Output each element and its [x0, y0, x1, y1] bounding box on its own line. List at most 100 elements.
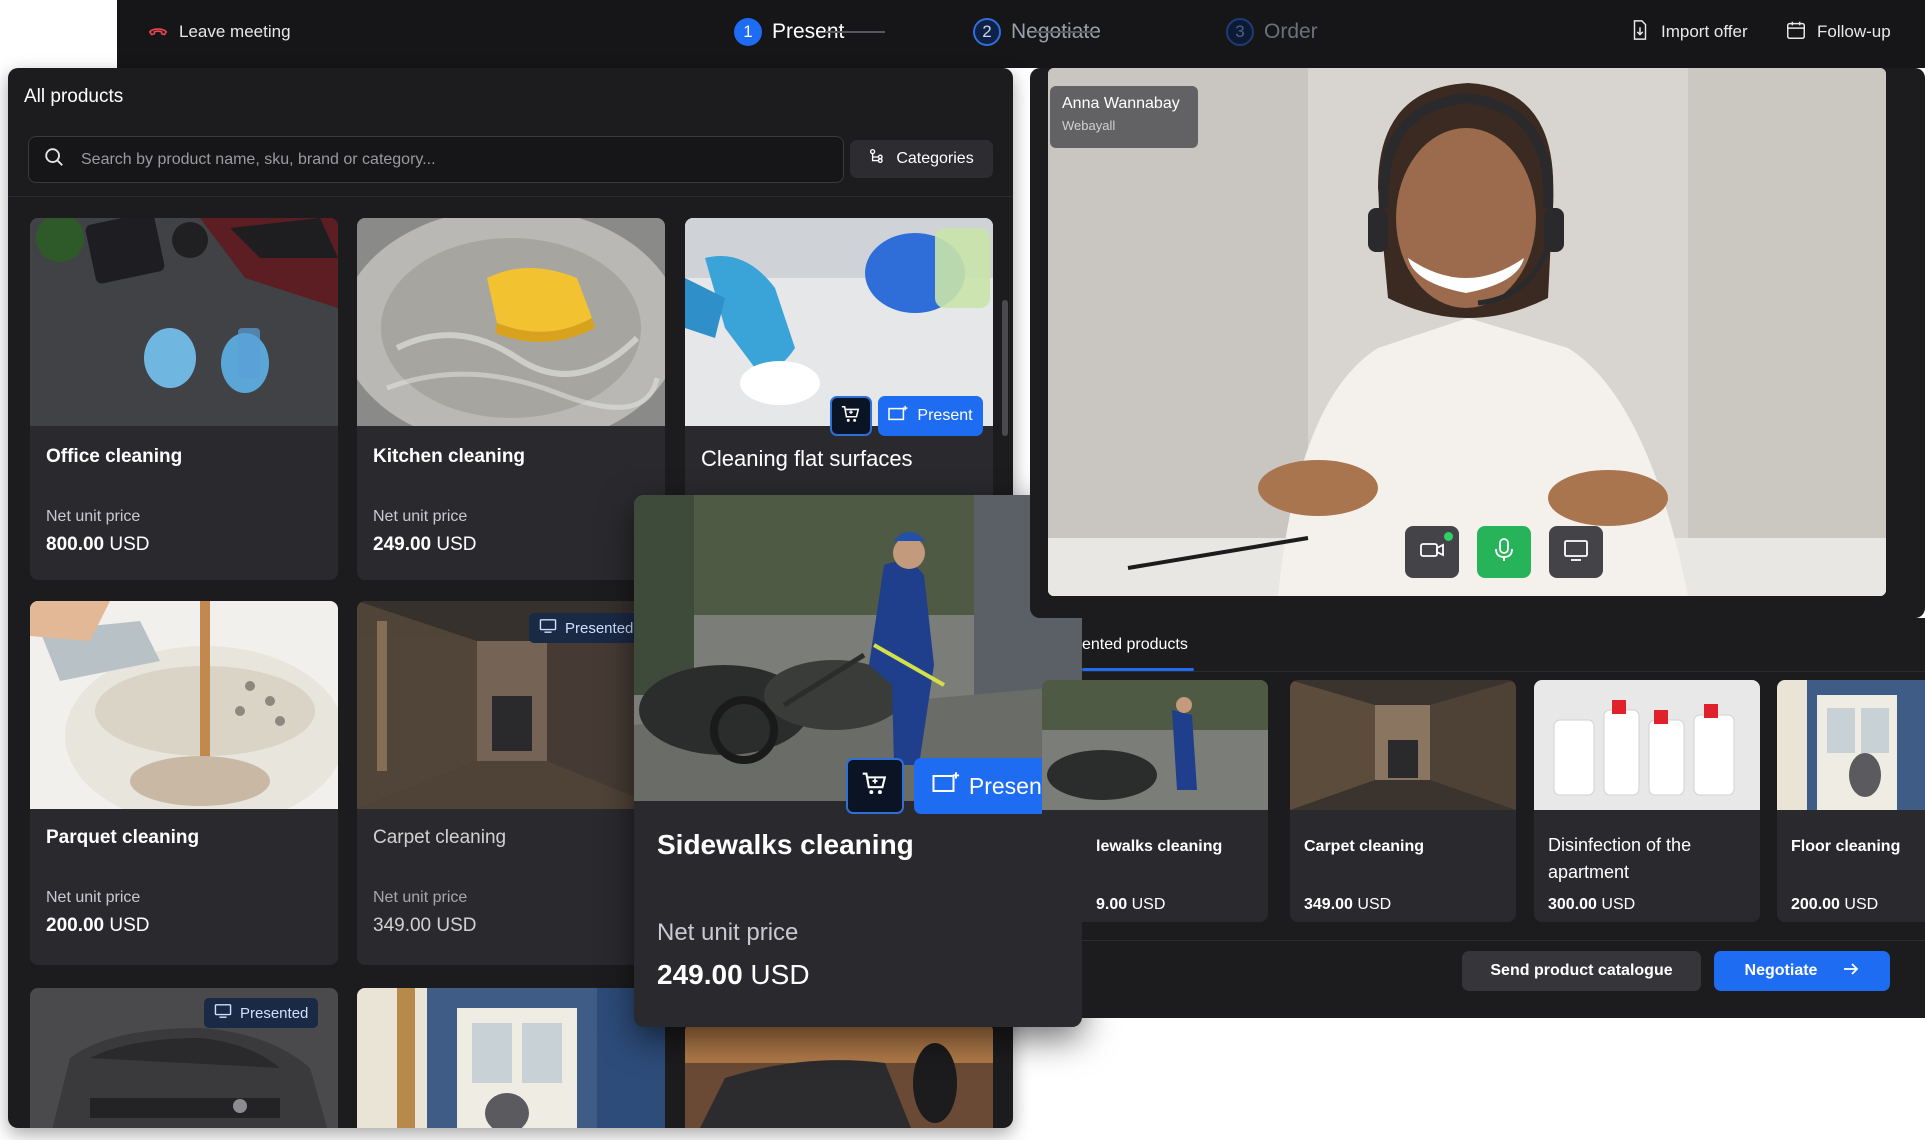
price-currency: USD [436, 915, 477, 936]
price-value: 349.00 [1304, 896, 1353, 913]
hallway-cleaning-image [357, 988, 665, 1128]
negotiate-label: Negotiate [1744, 962, 1818, 979]
price-label: Net unit price [46, 889, 141, 906]
present-label: Present [968, 772, 1049, 799]
price-currency: USD [436, 534, 477, 555]
screen-icon [539, 618, 557, 638]
presented-item-name: Floor cleaning [1791, 838, 1901, 855]
price-currency: USD [1844, 896, 1879, 913]
microphone-toggle-button[interactable] [1477, 526, 1531, 578]
product-card-cleaning-flat-surfaces[interactable]: Present Cleaning flat surfaces [685, 218, 993, 508]
send-catalogue-label: Send product catalogue [1490, 962, 1673, 979]
add-to-cart-button[interactable] [830, 396, 872, 436]
step-order[interactable]: 3 Order [1226, 0, 1318, 64]
present-screen-icon [932, 771, 960, 802]
presented-label: Presented [240, 1004, 309, 1022]
camera-active-indicator [1444, 532, 1453, 541]
presented-label: Presented [565, 619, 634, 637]
product-name: Parquet cleaning [46, 827, 200, 848]
add-to-cart-button[interactable] [846, 758, 904, 814]
product-card-carpet-cleaning[interactable]: Presented Carpet cleaning Net unit price… [357, 601, 665, 965]
price-currency: USD [1357, 896, 1392, 913]
hang-up-icon [147, 19, 169, 46]
step-connector [1035, 31, 1095, 33]
presented-item-price: 349.00 USD [1304, 896, 1391, 914]
presented-item[interactable]: lewalks cleaning 9.00 USD [1042, 680, 1268, 922]
cart-icon [860, 770, 890, 802]
price-currency: USD [109, 534, 150, 555]
presented-item[interactable]: Carpet cleaning 349.00 USD [1290, 680, 1516, 922]
floor-cleaning-thumbnail [1777, 680, 1925, 810]
product-name: Office cleaning [46, 446, 183, 467]
product-search[interactable] [28, 136, 844, 183]
product-price: 249.00 USD [373, 534, 477, 556]
categories-button[interactable]: Categories [850, 140, 993, 178]
parquet-cleaning-image [30, 601, 338, 809]
send-product-catalogue-button[interactable]: Send product catalogue [1462, 951, 1701, 991]
participant-name-tag: Anna Wannabay Webayall [1050, 86, 1198, 148]
product-card-office-cleaning[interactable]: Office cleaning Net unit price 800.00 US… [30, 218, 338, 580]
product-name: Kitchen cleaning [373, 446, 526, 467]
price-value: 200.00 [1791, 896, 1840, 913]
price-value: 249.00 [373, 534, 432, 555]
step-number: 1 [734, 18, 762, 46]
video-camera-icon [1418, 536, 1446, 569]
tab-presented-products[interactable]: ented products [1082, 636, 1188, 654]
leave-meeting-label: Leave meeting [179, 22, 291, 41]
product-card-kitchen-cleaning[interactable]: Kitchen cleaning Net unit price 249.00 U… [357, 218, 665, 580]
price-value: 349.00 [373, 915, 432, 936]
present-button[interactable]: Present [878, 396, 983, 436]
monitor-icon [1562, 536, 1590, 569]
microphone-icon [1490, 536, 1518, 569]
product-card-hallway-cleaning[interactable] [357, 988, 665, 1128]
floating-product-card-sidewalks-cleaning[interactable]: Present Sidewalks cleaning Net unit pric… [634, 495, 1082, 1027]
calendar-icon [1785, 19, 1807, 46]
product-price: 249.00 USD [657, 959, 810, 991]
categories-label: Categories [896, 150, 974, 167]
categories-icon [869, 148, 887, 171]
sidewalks-cleaning-image [634, 495, 1082, 801]
follow-up-button[interactable]: Follow-up [1785, 0, 1891, 64]
office-cleaning-image [30, 218, 338, 426]
price-label: Net unit price [46, 508, 141, 525]
presented-item-name: Disinfection of the apartment [1548, 835, 1692, 882]
divider [8, 196, 1013, 197]
step-label: Order [1264, 20, 1318, 43]
divider [1082, 940, 1925, 941]
product-card-parquet-cleaning[interactable]: Parquet cleaning Net unit price 200.00 U… [30, 601, 338, 965]
present-label: Present [917, 407, 973, 424]
import-offer-button[interactable]: Import offer [1629, 0, 1748, 64]
presented-badge: Presented [529, 613, 644, 643]
disinfection-thumbnail [1534, 680, 1760, 810]
product-name: Cleaning flat surfaces [701, 446, 913, 471]
price-value: 249.00 [657, 959, 743, 990]
presented-item-name: Carpet cleaning [1304, 838, 1425, 855]
product-card-car-cleaning[interactable]: Presented [30, 988, 338, 1128]
present-screen-icon [888, 405, 908, 428]
presented-item-price: 300.00 USD [1548, 896, 1635, 914]
screen-share-button[interactable] [1549, 526, 1603, 578]
participant-name: Anna Wannabay [1062, 95, 1180, 112]
price-value: 200.00 [46, 915, 105, 936]
price-currency: USD [1131, 896, 1166, 913]
negotiate-button[interactable]: Negotiate [1714, 951, 1890, 991]
price-label: Net unit price [373, 889, 468, 906]
scrollbar[interactable] [1002, 300, 1008, 436]
search-input[interactable] [79, 149, 819, 170]
price-value: 9.00 [1096, 896, 1128, 913]
import-offer-label: Import offer [1661, 22, 1748, 41]
price-value: 300.00 [1548, 896, 1597, 913]
presented-item-name: lewalks cleaning [1096, 838, 1223, 855]
leave-meeting-button[interactable]: Leave meeting [147, 0, 291, 64]
product-price: 800.00 USD [46, 534, 150, 556]
flat-surfaces-image [685, 218, 993, 426]
search-icon [43, 146, 65, 173]
product-name: Carpet cleaning [373, 827, 507, 848]
product-card-car-wash[interactable] [685, 1023, 993, 1128]
presented-item[interactable]: Disinfection of the apartment 300.00 USD [1534, 680, 1760, 922]
presented-item[interactable]: Floor cleaning 200.00 USD [1777, 680, 1925, 922]
screen-icon [214, 1003, 232, 1023]
price-currency: USD [1601, 896, 1636, 913]
import-file-icon [1629, 19, 1651, 46]
participant-company: Webayall [1062, 118, 1116, 133]
